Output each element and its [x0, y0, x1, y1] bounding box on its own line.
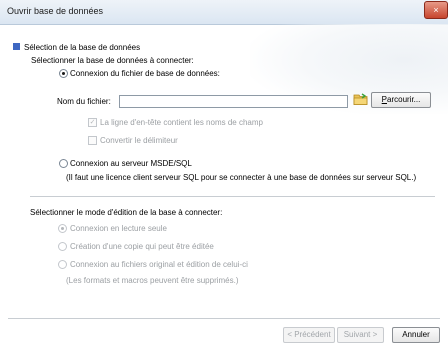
section-bullet-icon — [13, 43, 20, 50]
previous-button[interactable]: < Précédent — [283, 327, 335, 343]
edit-mode-heading: Sélectionner le mode d'édition de la bas… — [30, 208, 223, 217]
checkmark-icon: ✓ — [89, 119, 96, 126]
folder-icon[interactable] — [353, 93, 368, 105]
format-warning-note: (Les formats et macros peuvent être supp… — [66, 276, 239, 285]
browse-label: arcourir... — [387, 95, 421, 104]
delimiter-label: Convertir le délimiteur — [100, 136, 178, 145]
edit-original-label: Connexion au fichiers original et éditio… — [70, 260, 248, 269]
next-button[interactable]: Suivant > — [337, 327, 384, 343]
server-connection-label[interactable]: Connexion au serveur MSDE/SQL — [70, 159, 192, 168]
browse-button[interactable]: Parcourir... — [371, 92, 431, 108]
editable-copy-label: Création d'une copie qui peut être édité… — [70, 242, 214, 251]
read-only-label: Connexion en lecture seule — [70, 224, 167, 233]
edit-original-radio[interactable] — [58, 260, 67, 269]
close-icon: × — [433, 5, 439, 15]
footer-separator — [8, 318, 440, 319]
connect-prompt: Sélectionner la base de données à connec… — [31, 56, 194, 65]
cancel-button[interactable]: Annuler — [392, 327, 440, 343]
file-name-input[interactable] — [119, 95, 348, 108]
delimiter-checkbox[interactable] — [88, 136, 97, 145]
read-only-radio[interactable] — [58, 224, 67, 233]
server-connection-radio[interactable] — [59, 159, 68, 168]
header-row-checkbox[interactable]: ✓ — [88, 118, 97, 127]
header-row-label: La ligne d'en-tête contient les noms de … — [100, 118, 263, 127]
file-name-label: Nom du fichier: — [57, 97, 111, 106]
file-connection-radio[interactable] — [59, 69, 68, 78]
close-button[interactable]: × — [424, 1, 448, 19]
section-heading: Sélection de la base de données — [24, 43, 141, 52]
editable-copy-radio[interactable] — [58, 242, 67, 251]
open-database-dialog: Ouvrir base de données × Sélection de la… — [0, 0, 448, 347]
window-title: Ouvrir base de données — [7, 6, 104, 16]
file-connection-label[interactable]: Connexion du fichier de base de données: — [70, 69, 220, 78]
server-license-note: (Il faut une licence client serveur SQL … — [66, 173, 417, 182]
separator — [30, 196, 435, 197]
title-bar: Ouvrir base de données × — [0, 0, 448, 25]
